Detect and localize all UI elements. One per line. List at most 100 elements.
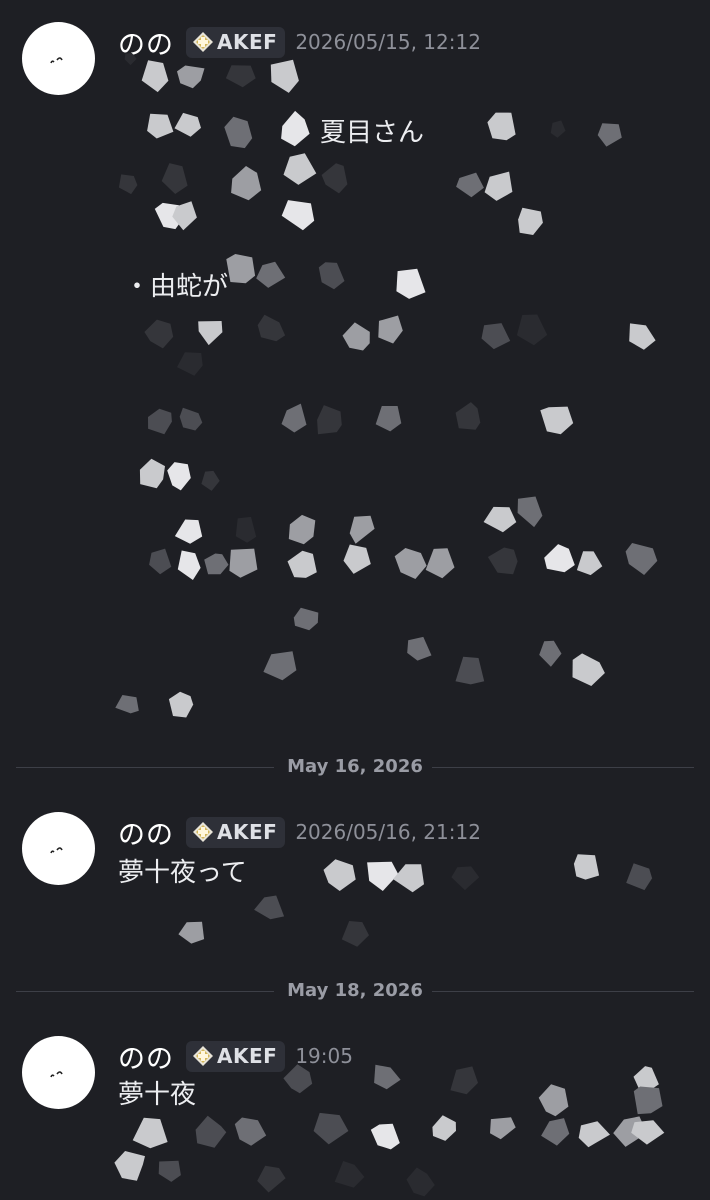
redaction-tile-22 [172,201,197,231]
tag-label: AKEF [217,1044,278,1068]
redaction-tile-18 [484,171,513,201]
redaction-tile-89 [234,1117,267,1146]
redaction-tile-60 [487,547,518,575]
username[interactable]: のの [118,23,174,62]
username[interactable]: のの [118,1037,174,1076]
message-line: 夢十夜 [118,1080,197,1110]
redaction-tile-15 [231,166,262,201]
message-line: 夢十夜って [118,858,247,888]
redaction-tile-88 [195,1115,227,1148]
timestamp[interactable]: 19:05 [295,1044,353,1068]
redaction-tile-41 [455,402,481,430]
redaction-tile-62 [576,551,603,576]
redaction-tile-16 [321,163,348,194]
redaction-tile-64 [293,607,319,631]
avatar[interactable] [22,22,95,95]
timestamp[interactable]: 2026/05/15, 12:12 [295,30,481,54]
redaction-tile-86 [633,1086,663,1115]
redaction-tile-76 [573,854,600,880]
redaction-tile-24 [256,261,286,288]
redaction-tile-82 [374,1064,401,1090]
redaction-tile-28 [198,321,223,346]
redaction-tile-98 [114,1151,145,1181]
redaction-tile-73 [367,861,399,891]
redaction-tile-29 [257,314,286,342]
redaction-tile-79 [178,921,205,944]
username[interactable]: のの [118,813,174,852]
redaction-tile-101 [334,1161,365,1188]
redaction-tile-0 [141,60,169,93]
akef-tag-icon [193,822,213,842]
redaction-tile-30 [342,322,370,351]
redaction-tile-52 [149,548,172,575]
divider-label: May 18, 2026 [287,980,423,1001]
redaction-tile-12 [597,123,622,147]
date-divider: May 18, 2026 [16,980,694,1004]
redaction-tile-36 [148,408,172,435]
redaction-tile-17 [456,172,484,198]
redaction-tile-66 [407,636,432,661]
redaction-tile-99 [158,1160,181,1182]
akef-tag-icon [193,32,213,52]
redaction-tile-58 [394,548,427,579]
avatar-face-icon [50,1071,63,1078]
redaction-tile-6 [174,112,201,137]
redaction-tile-68 [539,640,562,667]
redaction-tile-26 [396,268,426,299]
avatar-face-icon [50,57,63,64]
redaction-tile-93 [490,1117,516,1140]
redaction-tile-55 [229,548,258,578]
redaction-tile-80 [341,921,369,947]
redaction-tile-44 [167,462,191,491]
redaction-tile-70 [115,695,139,714]
avatar[interactable] [22,812,95,885]
redaction-tile-45 [201,470,220,491]
redaction-tile-61 [544,544,575,573]
redaction-tile-33 [516,314,548,346]
redaction-tile-13 [118,174,138,195]
tag-label: AKEF [217,30,278,54]
timestamp[interactable]: 2026/05/16, 21:12 [295,820,481,844]
redaction-tile-43 [139,458,165,489]
redaction-tile-67 [455,656,485,685]
redaction-tile-27 [144,319,174,349]
redaction-tile-37 [179,407,203,431]
guild-tag[interactable]: AKEF [186,816,286,848]
redaction-tile-31 [378,315,403,344]
message-line: 夏目さん [320,118,425,148]
redaction-tile-25 [318,262,345,290]
redaction-tile-75 [451,866,480,891]
redaction-tile-3 [270,59,299,93]
tag-label: AKEF [217,820,278,844]
redaction-tile-48 [288,514,316,545]
avatar[interactable] [22,1036,95,1109]
redaction-tile-85 [633,1066,659,1092]
redaction-tile-71 [168,691,194,718]
date-divider: May 16, 2026 [16,756,694,780]
redaction-tile-39 [317,405,342,435]
redaction-tile-77 [626,863,653,891]
redaction-tile-56 [287,550,317,578]
redaction-tile-102 [406,1167,435,1197]
redaction-tile-5 [147,113,174,139]
redaction-tile-87 [132,1117,168,1149]
redaction-tile-19 [518,207,543,235]
redaction-tile-1 [177,65,205,89]
guild-tag[interactable]: AKEF [186,26,286,58]
redaction-tile-2 [225,65,256,88]
guild-tag[interactable]: AKEF [186,1040,286,1072]
redaction-mosaic [114,53,665,1197]
redaction-tile-63 [625,543,658,575]
redaction-tile-78 [254,895,285,920]
redaction-tile-7 [224,116,253,149]
redaction-tile-23 [226,254,256,284]
redaction-tile-46 [174,519,203,544]
redaction-tile-74 [393,864,424,893]
redaction-tile-54 [204,553,229,575]
redaction-tile-94 [541,1118,570,1146]
avatar-face-icon [50,847,63,854]
redaction-tile-92 [432,1115,456,1141]
redaction-tile-14 [161,163,188,194]
redaction-tile-96 [613,1116,647,1147]
redaction-tile-11 [550,120,566,138]
